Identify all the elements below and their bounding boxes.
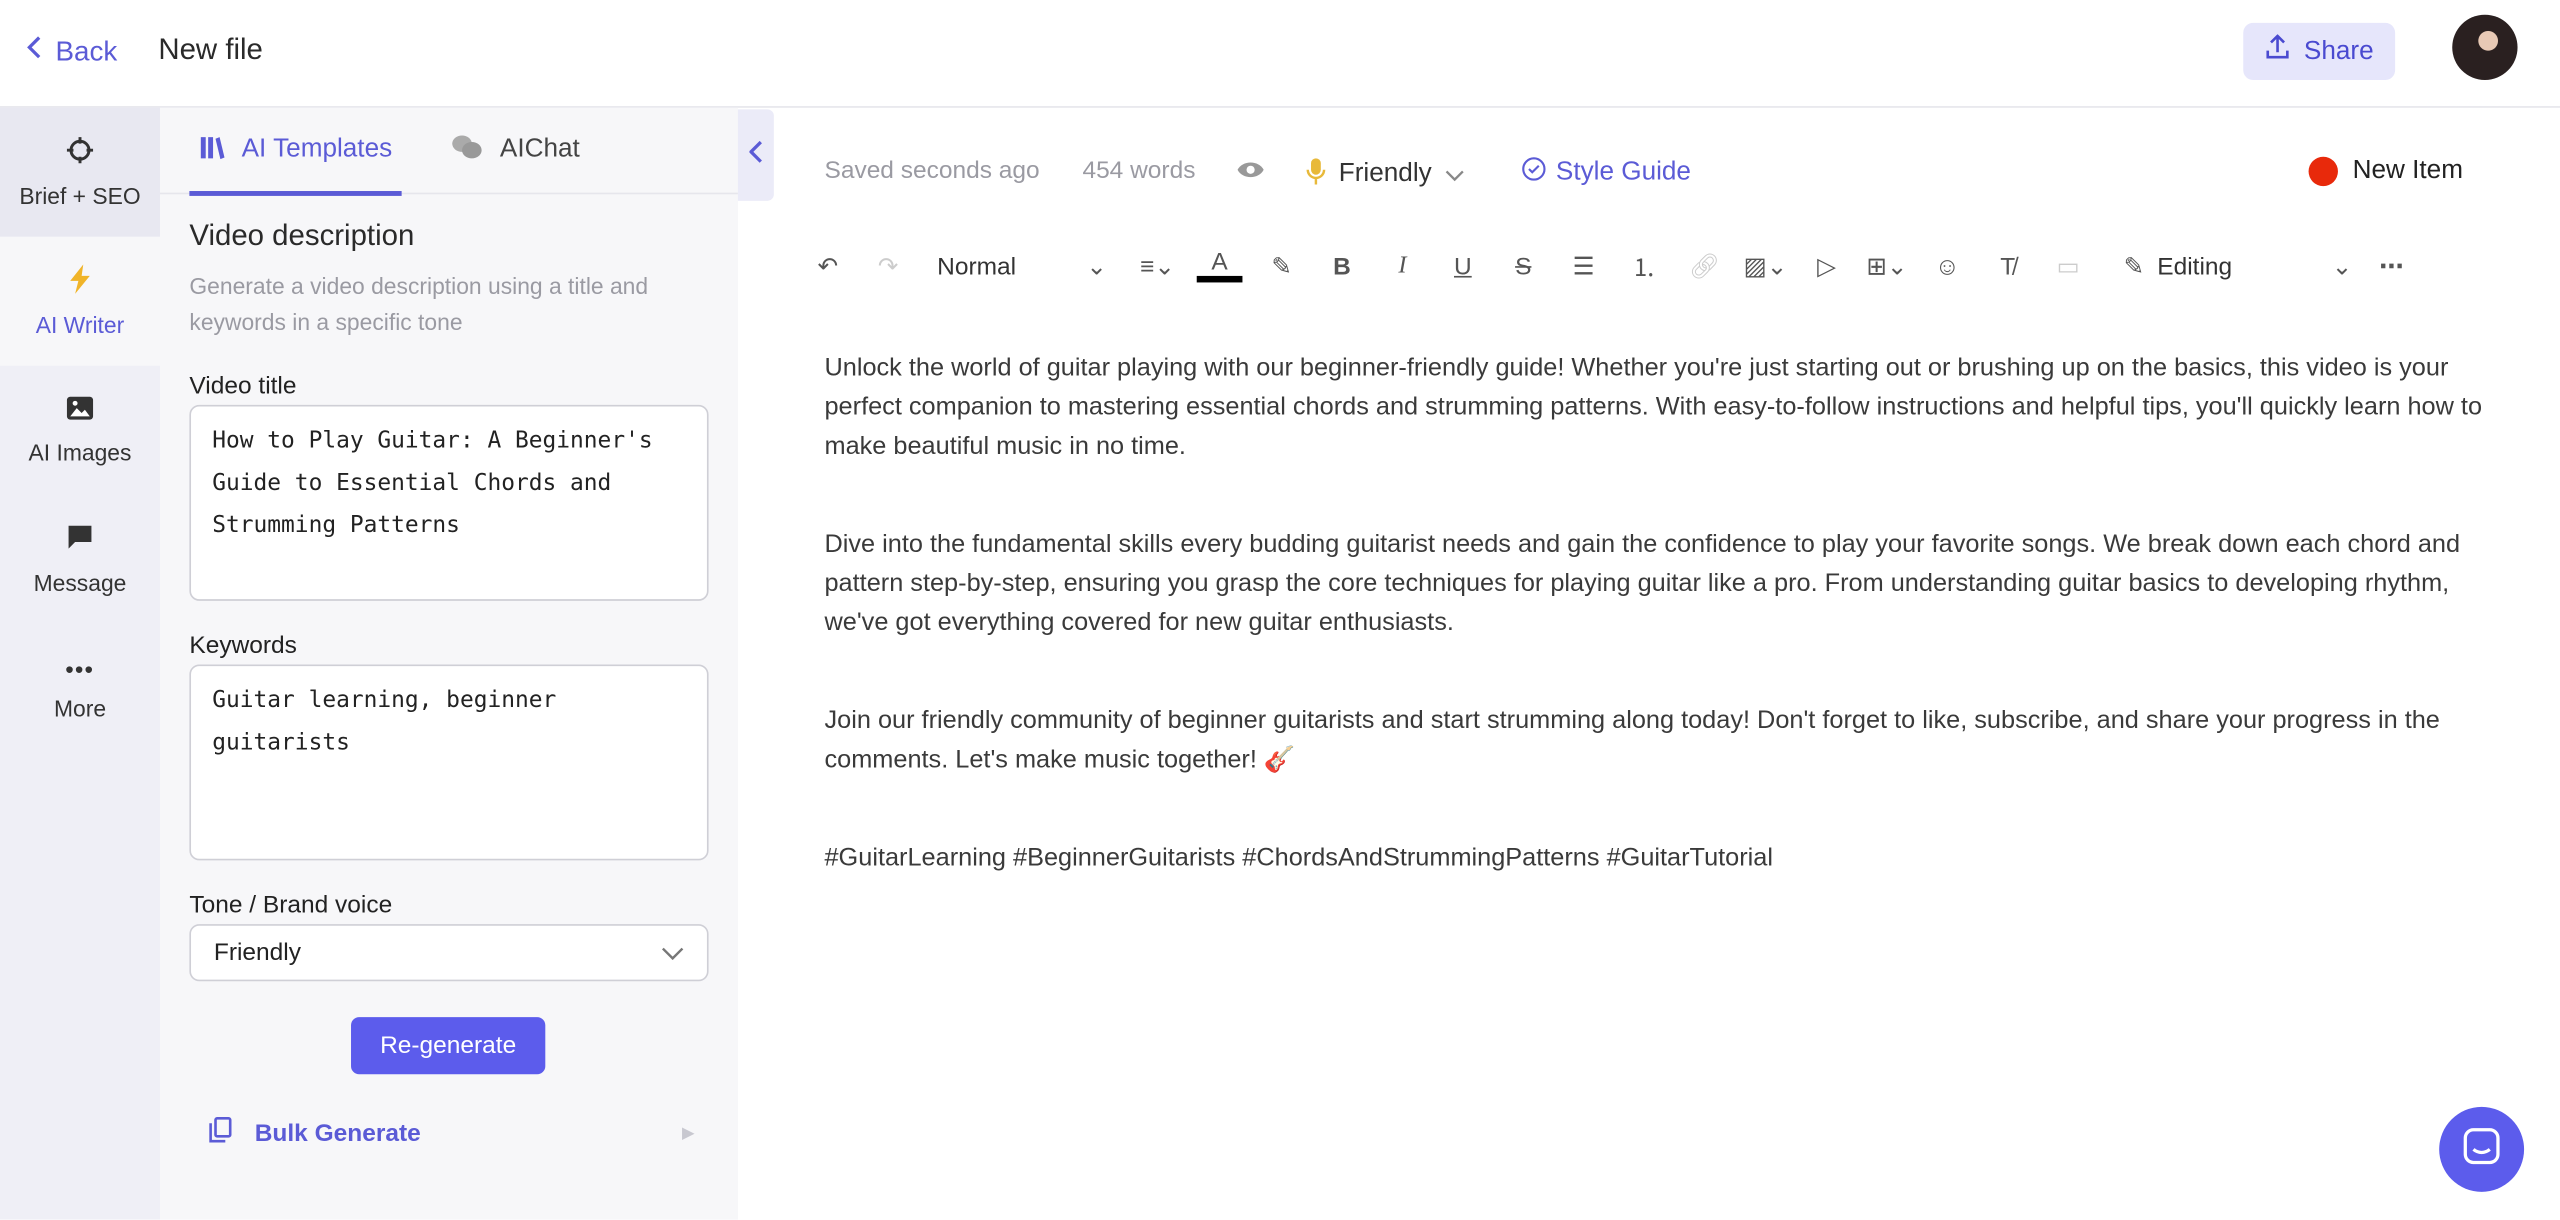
template-title: Video description xyxy=(189,218,415,252)
paragraph: Unlock the world of guitar playing with … xyxy=(824,354,2483,461)
chevron-down-icon xyxy=(661,939,684,967)
collapse-panel-button[interactable] xyxy=(737,109,774,201)
clear-format-icon[interactable]: T̸ xyxy=(1987,252,2029,280)
editor-content[interactable]: Unlock the world of guitar playing with … xyxy=(824,349,2489,937)
chat-bubbles-icon xyxy=(451,133,484,167)
tone-label: Tone / Brand voice xyxy=(189,891,393,920)
message-icon xyxy=(65,522,94,556)
keywords-label: Keywords xyxy=(189,631,297,660)
hashtags: #GuitarLearning #BeginnerGuitarists #Cho… xyxy=(824,844,1774,872)
chat-widget-button[interactable] xyxy=(2439,1106,2525,1192)
share-label: Share xyxy=(2303,36,2374,65)
chevron-down-icon xyxy=(1445,161,1465,189)
highlighter-icon[interactable]: ✎ xyxy=(1260,251,1302,281)
back-label: Back xyxy=(55,35,118,67)
sidebar-item-label: More xyxy=(53,694,107,721)
tone-select-value: Friendly xyxy=(213,938,301,967)
italic-icon[interactable]: I xyxy=(1381,252,1423,280)
check-badge-icon xyxy=(1522,157,1546,188)
editor-toolbar: ↶ ↷ Normal ⌄ ≡⌄ A ✎ B I U S ☰ ⒈ 🔗︎ ▨⌄ ▷ … xyxy=(807,245,2431,287)
underline-icon[interactable]: U xyxy=(1442,252,1484,280)
regenerate-button[interactable]: Re-generate xyxy=(351,1017,546,1075)
block-style-value: Normal xyxy=(937,252,1017,280)
more-icon: ••• xyxy=(65,655,95,682)
sidebar-item-label: AI Writer xyxy=(35,311,125,338)
word-count: 454 words xyxy=(1082,156,1196,185)
strikethrough-icon[interactable]: S xyxy=(1502,252,1544,280)
sidebar-item-ai-images[interactable]: AI Images xyxy=(0,366,160,495)
tab-label: AI Templates xyxy=(241,135,393,164)
back-button[interactable]: Back xyxy=(26,34,117,68)
tab-aichat[interactable]: AIChat xyxy=(451,107,580,194)
emoji-icon[interactable]: ☺ xyxy=(1926,252,1968,280)
editing-mode-dropdown[interactable]: ✎ Editing ⌄ xyxy=(2123,251,2353,281)
upload-icon xyxy=(2265,34,2291,68)
editing-mode-value: Editing xyxy=(2157,252,2233,280)
text-color-icon[interactable]: A xyxy=(1196,248,1243,283)
keywords-input[interactable]: Guitar learning, beginner guitarists xyxy=(189,664,709,861)
comment-icon[interactable]: ▭ xyxy=(2047,251,2089,281)
sidebar-item-ai-writer[interactable]: AI Writer xyxy=(0,236,160,366)
letter-a-icon: A xyxy=(1211,248,1228,276)
panel-tabs: AI Templates AIChat xyxy=(159,107,738,196)
link-icon[interactable]: 🔗︎ xyxy=(1683,251,1725,281)
chevron-down-icon: ⌄ xyxy=(1086,253,1107,281)
saved-status: Saved seconds ago xyxy=(824,156,1040,185)
eye-icon[interactable] xyxy=(1236,158,1265,181)
paragraph: Join our friendly community of beginner … xyxy=(824,706,2440,774)
bullet-list-icon[interactable]: ☰ xyxy=(1562,251,1604,281)
new-item-label: New Item xyxy=(2352,156,2463,185)
sidebar-item-brief-seo[interactable]: Brief + SEO xyxy=(0,107,160,237)
sidebar-item-message[interactable]: Message xyxy=(0,495,160,624)
sidebar-item-label: Brief + SEO xyxy=(19,182,141,209)
image-insert-icon[interactable]: ▨⌄ xyxy=(1744,251,1788,281)
numbered-list-icon[interactable]: ⒈ xyxy=(1623,249,1665,283)
pencil-icon: ✎ xyxy=(2123,253,2145,281)
sidebar-item-label: AI Images xyxy=(28,439,132,466)
sidebar-rail: Brief + SEO AI Writer AI Images Message … xyxy=(0,107,160,1220)
bold-icon[interactable]: B xyxy=(1321,252,1363,280)
paragraph: Dive into the fundamental skills every b… xyxy=(824,530,2461,637)
chat-icon xyxy=(2462,1126,2501,1173)
image-icon xyxy=(65,395,94,426)
tab-ai-templates[interactable]: AI Templates xyxy=(189,109,402,196)
copy-icon xyxy=(209,1117,232,1150)
avatar[interactable] xyxy=(2452,14,2518,80)
style-guide-link[interactable]: Style Guide xyxy=(1522,157,1691,188)
table-icon[interactable]: ⊞⌄ xyxy=(1866,251,1908,281)
tab-label: AIChat xyxy=(499,135,580,164)
video-icon[interactable]: ▷ xyxy=(1805,251,1847,281)
video-title-label: Video title xyxy=(189,372,297,400)
chevron-left-icon xyxy=(748,140,762,171)
align-icon[interactable]: ≡⌄ xyxy=(1136,251,1178,281)
status-dot-icon xyxy=(2308,156,2338,187)
chevron-down-icon: ⌄ xyxy=(2331,253,2353,281)
bulk-generate-button[interactable]: Bulk Generate ▶ xyxy=(209,1117,695,1150)
crosshair-icon xyxy=(65,136,94,170)
undo-icon[interactable]: ↶ xyxy=(807,251,849,281)
video-title-input[interactable]: How to Play Guitar: A Beginner's Guide t… xyxy=(189,404,709,601)
block-style-dropdown[interactable]: Normal ⌄ xyxy=(927,251,1107,281)
style-guide-label: Style Guide xyxy=(1555,157,1691,186)
color-swatch xyxy=(1196,275,1243,283)
page-title: New file xyxy=(158,32,263,66)
top-header: Back New file Share xyxy=(0,0,2560,108)
share-button[interactable]: Share xyxy=(2243,22,2396,80)
microphone-icon xyxy=(1306,157,1326,193)
library-icon xyxy=(199,133,225,167)
sidebar-item-more[interactable]: ••• More xyxy=(0,624,160,753)
ai-panel: AI Templates AIChat Video description Ge… xyxy=(159,107,738,1220)
tone-select[interactable]: Friendly xyxy=(189,924,709,982)
more-options-icon[interactable]: ⋯ xyxy=(2370,251,2412,281)
tone-dropdown[interactable]: Friendly xyxy=(1306,157,1464,193)
bulk-generate-label: Bulk Generate xyxy=(254,1119,421,1147)
template-description: Generate a video description using a tit… xyxy=(189,272,649,335)
lightning-icon xyxy=(69,264,92,298)
chevron-left-icon xyxy=(26,34,42,68)
sidebar-item-label: Message xyxy=(33,569,127,596)
play-arrow-icon: ▶ xyxy=(681,1124,695,1143)
redo-icon[interactable]: ↷ xyxy=(867,251,909,281)
new-item-status[interactable]: New Item xyxy=(2308,156,2463,187)
tone-value: Friendly xyxy=(1338,159,1432,188)
